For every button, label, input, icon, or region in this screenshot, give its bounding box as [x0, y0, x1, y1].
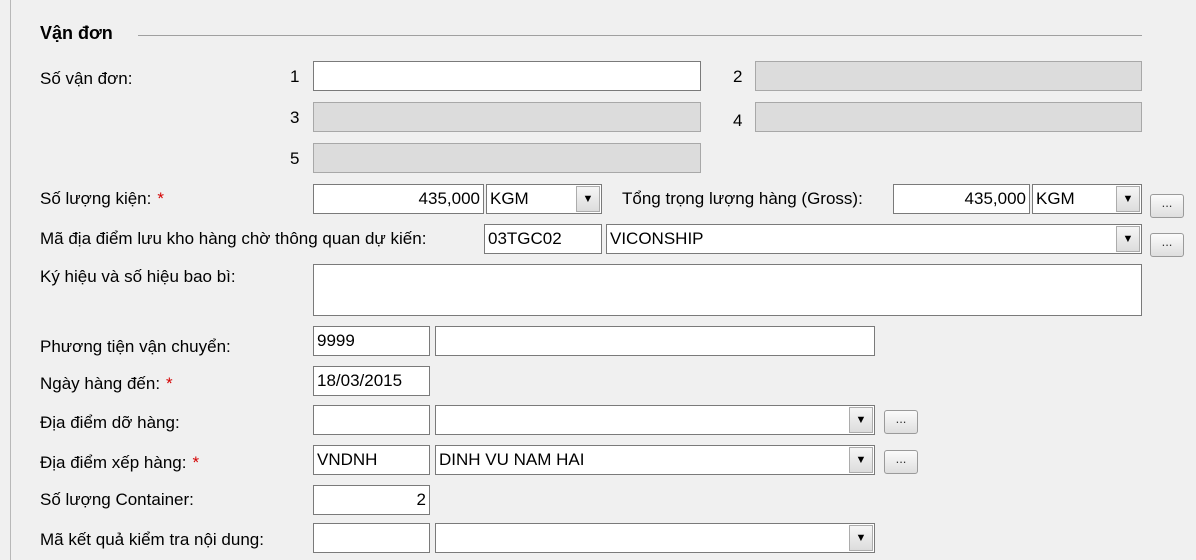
- container-qty-label: Số lượng Container:: [40, 490, 194, 509]
- bill-number-1-input[interactable]: [313, 61, 701, 91]
- required-marker: *: [192, 453, 200, 472]
- package-qty-label: Số lượng kiện: *: [40, 189, 164, 208]
- loading-label: Địa điểm xếp hàng: *: [40, 453, 200, 472]
- warehouse-code-input[interactable]: 03TGC02: [484, 224, 602, 254]
- container-qty-input[interactable]: 2: [313, 485, 430, 515]
- bill-slot-4-number: 4: [733, 111, 743, 130]
- loading-name-select[interactable]: DINH VU NAM HAI ▼: [435, 445, 875, 475]
- bill-number-5-input: [313, 143, 701, 173]
- section-divider: [138, 35, 1142, 36]
- required-marker: *: [166, 374, 173, 393]
- unloading-label: Địa điểm dỡ hàng:: [40, 413, 180, 432]
- bill-of-lading-panel: Vận đơn Số vận đơn: 1 2 3 4 5 Số lượng k…: [0, 0, 1196, 560]
- warehouse-name-value: VICONSHIP: [610, 229, 704, 248]
- chevron-down-icon[interactable]: ▼: [1116, 186, 1140, 212]
- bill-of-lading-label: Số vận đơn:: [40, 69, 133, 88]
- bill-number-3-input: [313, 102, 701, 132]
- chevron-down-icon[interactable]: ▼: [849, 447, 873, 473]
- unloading-name-select[interactable]: ▼: [435, 405, 875, 435]
- transport-name-input[interactable]: [435, 326, 875, 356]
- warehouse-label: Mã địa điểm lưu kho hàng chờ thông quan …: [40, 229, 427, 248]
- bill-slot-1-number: 1: [290, 67, 300, 86]
- required-marker: *: [157, 189, 164, 208]
- panel-left-border: [10, 0, 11, 560]
- gross-weight-label: Tổng trọng lượng hàng (Gross):: [622, 189, 863, 208]
- bill-number-4-input: [755, 102, 1142, 132]
- loading-more-button[interactable]: ...: [884, 450, 918, 474]
- arrival-date-input[interactable]: 18/03/2015: [313, 366, 430, 396]
- warehouse-more-button[interactable]: ...: [1150, 233, 1184, 257]
- package-qty-input[interactable]: 435,000: [313, 184, 484, 214]
- chevron-down-icon[interactable]: ▼: [576, 186, 600, 212]
- inspection-name-select[interactable]: ▼: [435, 523, 875, 553]
- transport-label: Phương tiện vận chuyển:: [40, 337, 231, 356]
- gross-weight-input[interactable]: 435,000: [893, 184, 1030, 214]
- loading-code-input[interactable]: VNDNH: [313, 445, 430, 475]
- transport-code-input[interactable]: 9999: [313, 326, 430, 356]
- chevron-down-icon[interactable]: ▼: [1116, 226, 1140, 252]
- chevron-down-icon[interactable]: ▼: [849, 407, 873, 433]
- gross-weight-more-button[interactable]: ...: [1150, 194, 1184, 218]
- package-unit-select[interactable]: KGM ▼: [486, 184, 602, 214]
- inspection-code-input[interactable]: [313, 523, 430, 553]
- marks-input[interactable]: [313, 264, 1142, 316]
- bill-slot-3-number: 3: [290, 108, 300, 127]
- warehouse-name-select[interactable]: VICONSHIP ▼: [606, 224, 1142, 254]
- package-unit-value: KGM: [490, 189, 529, 208]
- bill-slot-5-number: 5: [290, 149, 300, 168]
- loading-name-value: DINH VU NAM HAI: [439, 450, 585, 469]
- gross-weight-unit-select[interactable]: KGM ▼: [1032, 184, 1142, 214]
- bill-number-2-input: [755, 61, 1142, 91]
- bill-slot-2-number: 2: [733, 67, 743, 86]
- section-title: Vận đơn: [40, 23, 113, 43]
- unloading-code-input[interactable]: [313, 405, 430, 435]
- marks-label: Ký hiệu và số hiệu bao bì:: [40, 267, 236, 286]
- arrival-date-label: Ngày hàng đến: *: [40, 374, 173, 393]
- chevron-down-icon[interactable]: ▼: [849, 525, 873, 551]
- inspection-label: Mã kết quả kiểm tra nội dung:: [40, 530, 264, 549]
- unloading-more-button[interactable]: ...: [884, 410, 918, 434]
- gross-weight-unit-value: KGM: [1036, 189, 1075, 208]
